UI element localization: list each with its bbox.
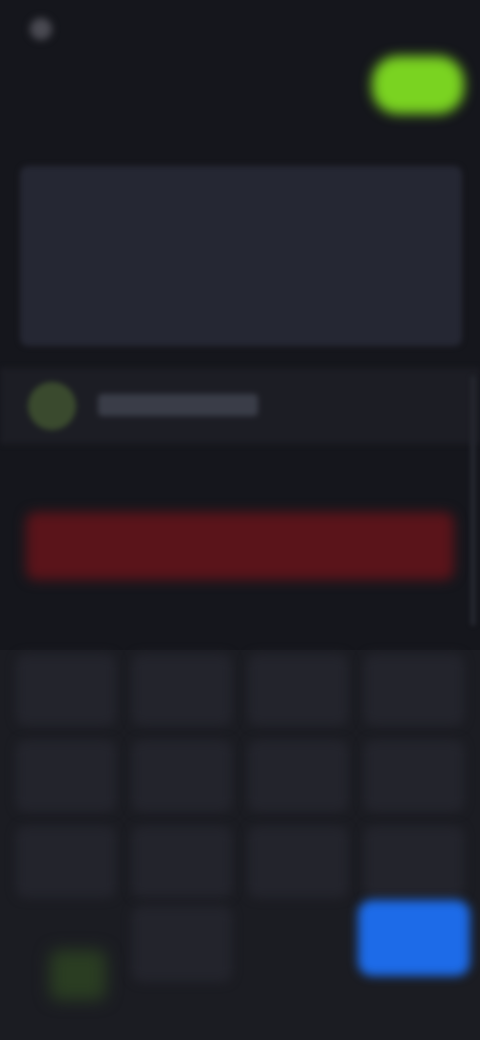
keypad-key[interactable] [364, 654, 464, 726]
keypad-action-button[interactable] [358, 900, 470, 976]
keypad-key[interactable] [248, 740, 348, 812]
keypad-key[interactable] [132, 654, 232, 726]
keypad-key[interactable] [132, 826, 232, 898]
keypad-key[interactable] [16, 826, 116, 898]
keypad [0, 650, 480, 1040]
keypad-indicator [50, 950, 106, 1000]
content-panel [20, 166, 462, 346]
keypad-key[interactable] [248, 654, 348, 726]
keypad-key[interactable] [16, 654, 116, 726]
keypad-key[interactable] [248, 906, 348, 978]
keypad-key[interactable] [364, 740, 464, 812]
status-bar [0, 0, 480, 56]
keypad-key[interactable] [364, 826, 464, 898]
primary-go-button[interactable] [372, 56, 464, 114]
danger-button[interactable] [26, 512, 454, 580]
page-subtitle [28, 130, 108, 154]
keypad-key[interactable] [248, 826, 348, 898]
page-title [40, 74, 120, 98]
keypad-key[interactable] [16, 740, 116, 812]
app-logo-icon [30, 18, 52, 40]
scrollbar[interactable] [470, 376, 476, 626]
keypad-key[interactable] [132, 740, 232, 812]
keypad-key[interactable] [132, 906, 232, 982]
account-row[interactable] [0, 368, 480, 444]
avatar [28, 382, 76, 430]
app-logo [30, 18, 130, 40]
account-label [98, 394, 258, 416]
